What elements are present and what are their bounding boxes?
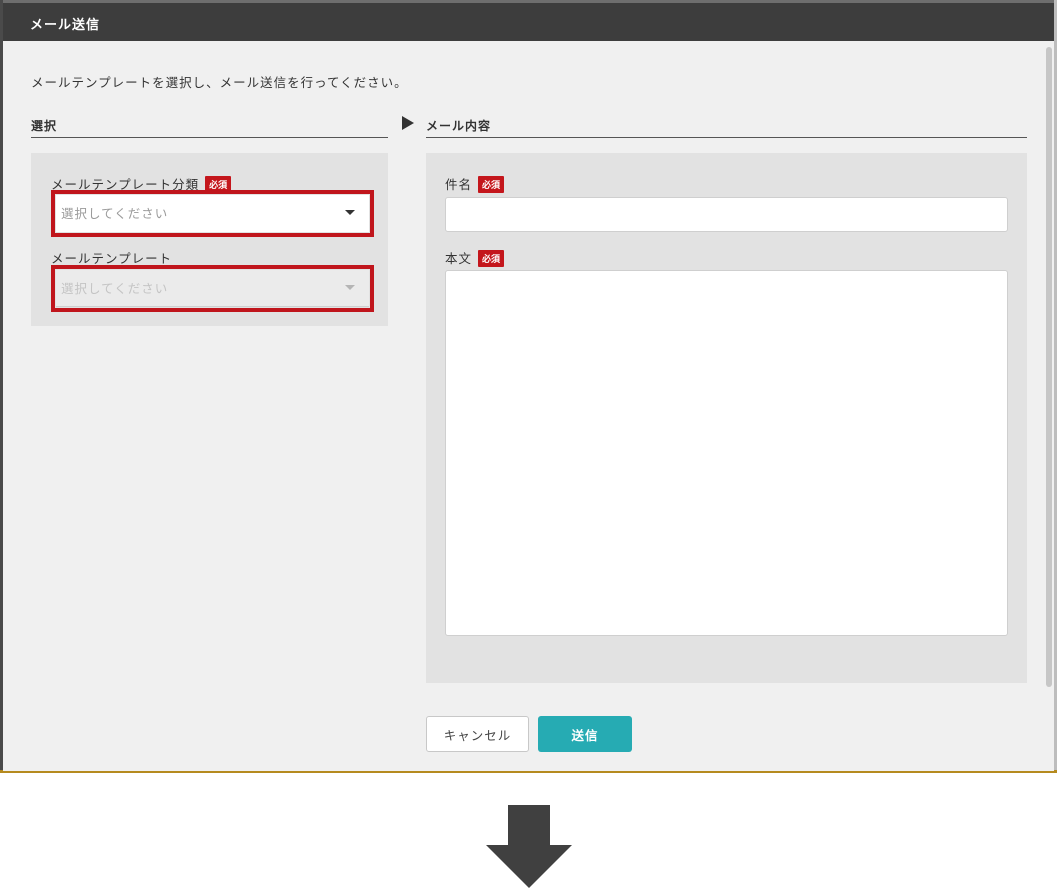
down-arrow-icon xyxy=(486,805,572,888)
select-section-title: 選択 xyxy=(31,119,58,133)
modal-title: メール送信 xyxy=(30,18,101,33)
dropdown-caret-icon xyxy=(345,285,355,290)
modal-scrollbar[interactable] xyxy=(1046,47,1052,687)
content-section-title: メール内容 xyxy=(426,119,492,133)
send-button[interactable]: 送信 xyxy=(538,716,632,752)
template-category-select[interactable]: 選択してください xyxy=(56,195,369,232)
required-badge: 必須 xyxy=(478,250,505,267)
subject-label-text: 件名 xyxy=(445,177,473,192)
mail-send-modal: メール送信 メールテンプレートを選択し、メール送信を行ってください。 選択 メー… xyxy=(3,3,1054,771)
body-label-text: 本文 xyxy=(445,251,473,266)
template-select[interactable]: 選択してください xyxy=(56,270,369,307)
modal-header: メール送信 xyxy=(3,3,1054,41)
section-arrow-icon xyxy=(402,116,414,130)
body-textarea[interactable] xyxy=(445,270,1008,636)
cancel-button[interactable]: キャンセル xyxy=(426,716,529,752)
body-label: 本文 必須 xyxy=(445,248,505,267)
subject-input[interactable] xyxy=(445,197,1008,232)
subject-label: 件名 必須 xyxy=(445,174,505,193)
select-section-rule xyxy=(31,137,388,138)
required-badge: 必須 xyxy=(478,176,505,193)
dropdown-caret-icon xyxy=(345,210,355,215)
category-select-placeholder: 選択してください xyxy=(61,206,169,221)
content-section-rule xyxy=(426,137,1027,138)
intro-text: メールテンプレートを選択し、メール送信を行ってください。 xyxy=(31,75,408,90)
template-select-placeholder: 選択してください xyxy=(61,281,169,296)
